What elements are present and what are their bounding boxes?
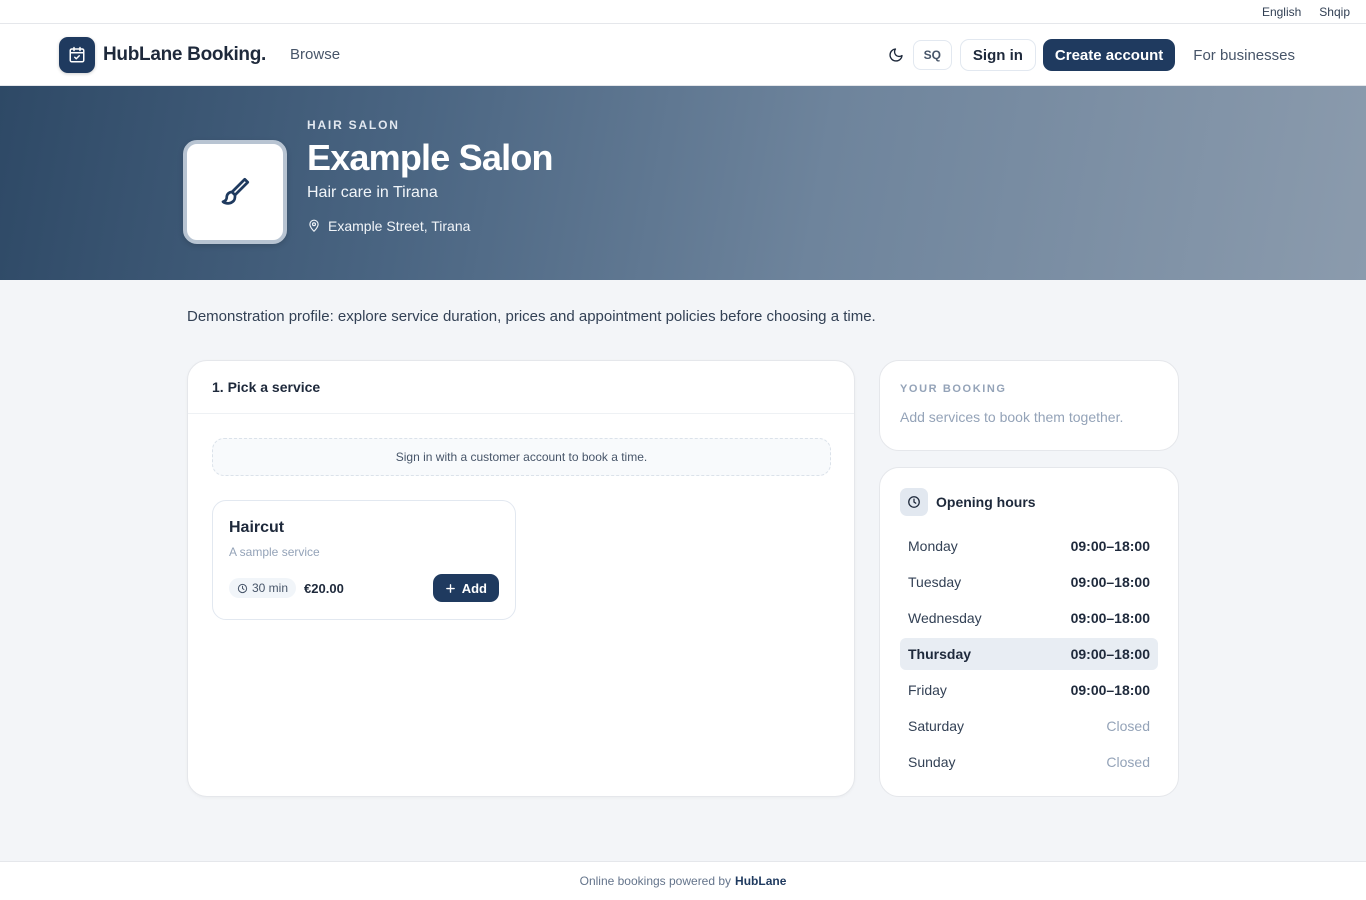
plus-icon [445, 583, 455, 593]
service-price: €20.00 [304, 580, 344, 596]
salon-subtitle: Hair care in Tirana [307, 184, 438, 201]
site-footer: Online bookings powered by HubLane [0, 861, 1366, 900]
day-name: Thursday [908, 646, 972, 662]
service-panel: 1. Pick a service Sign in with a custome… [187, 360, 855, 797]
moon-icon[interactable] [887, 46, 905, 64]
salon-category: HAIR SALON [307, 118, 400, 132]
day-hours: 09:00–18:00 [1070, 574, 1150, 590]
header-actions: SQ Sign in Create account For businesses [887, 24, 1295, 86]
day-name: Monday [908, 538, 958, 554]
opening-hours-card: Opening hours Monday 09:00–18:00 Tuesday… [879, 467, 1179, 797]
day-name: Tuesday [908, 574, 962, 590]
map-pin-icon [309, 219, 319, 232]
hours-row-saturday: Saturday Closed [900, 710, 1158, 742]
hours-row-friday: Friday 09:00–18:00 [900, 674, 1158, 706]
nav-browse-link[interactable]: Browse [290, 46, 340, 63]
service-panel-heading: 1. Pick a service [188, 361, 854, 414]
add-label: Add [461, 580, 487, 596]
brand-name[interactable]: HubLane Booking. [103, 44, 266, 66]
day-hours: 09:00–18:00 [1070, 646, 1150, 662]
salon-title: Example Salon [307, 137, 554, 178]
duration-text: 30 min [252, 581, 289, 595]
language-bar: English Shqip [0, 0, 1366, 24]
footer-text: Online bookings powered by [579, 874, 732, 888]
create-account-button[interactable]: Create account [1042, 39, 1176, 71]
language-albanian-link[interactable]: Shqip [1319, 5, 1350, 19]
hours-list: Monday 09:00–18:00 Tuesday 09:00–18:00 W… [900, 530, 1158, 778]
service-meta: 30 min €20.00 Add [229, 574, 499, 602]
day-hours: Closed [1106, 718, 1150, 734]
day-hours: 09:00–18:00 [1070, 610, 1150, 626]
salon-address: Example Street, Tirana [307, 218, 553, 234]
day-name: Wednesday [908, 610, 982, 626]
hero-text: HAIR SALON Example Salon Hair care in Ti… [307, 118, 554, 234]
demo-note: Demonstration profile: explore service d… [187, 308, 876, 325]
duration-badge: 30 min [229, 578, 297, 598]
for-businesses-link[interactable]: For businesses [1193, 47, 1295, 64]
opening-hours-heading: Opening hours [900, 488, 1158, 516]
language-english-link[interactable]: English [1262, 5, 1301, 19]
brush-icon [183, 140, 287, 244]
day-name: Sunday [908, 754, 956, 770]
day-name: Friday [908, 682, 947, 698]
service-card: Haircut A sample service 30 min €20.00 A… [212, 500, 516, 620]
hours-row-monday: Monday 09:00–18:00 [900, 530, 1158, 562]
add-service-button[interactable]: Add [432, 574, 499, 602]
calendar-logo-icon[interactable] [59, 36, 95, 73]
hours-row-thursday: Thursday 09:00–18:00 [900, 638, 1158, 670]
footer-brand-link[interactable]: HubLane [735, 874, 786, 888]
service-description: A sample service [229, 545, 320, 559]
hours-row-sunday: Sunday Closed [900, 746, 1158, 778]
sign-in-button[interactable]: Sign in [959, 39, 1036, 71]
opening-hours-title: Opening hours [936, 494, 1036, 510]
day-name: Saturday [908, 718, 965, 734]
day-hours: 09:00–18:00 [1070, 538, 1150, 554]
language-toggle-button[interactable]: SQ [912, 40, 952, 70]
day-hours: Closed [1106, 754, 1150, 770]
booking-title: YOUR BOOKING [900, 383, 1007, 395]
site-header: HubLane Booking. Browse SQ Sign in Creat… [0, 24, 1366, 86]
signin-notice: Sign in with a customer account to book … [212, 438, 831, 476]
hours-row-tuesday: Tuesday 09:00–18:00 [900, 566, 1158, 598]
day-hours: 09:00–18:00 [1070, 682, 1150, 698]
booking-empty-text: Add services to book them together. [900, 409, 1124, 425]
hours-row-wednesday: Wednesday 09:00–18:00 [900, 602, 1158, 634]
clock-icon [900, 488, 928, 516]
service-name: Haircut [229, 519, 285, 536]
address-text: Example Street, Tirana [328, 218, 471, 234]
clock-icon [237, 583, 248, 593]
booking-summary: YOUR BOOKING Add services to book them t… [879, 360, 1179, 451]
salon-hero: HAIR SALON Example Salon Hair care in Ti… [0, 86, 1366, 280]
